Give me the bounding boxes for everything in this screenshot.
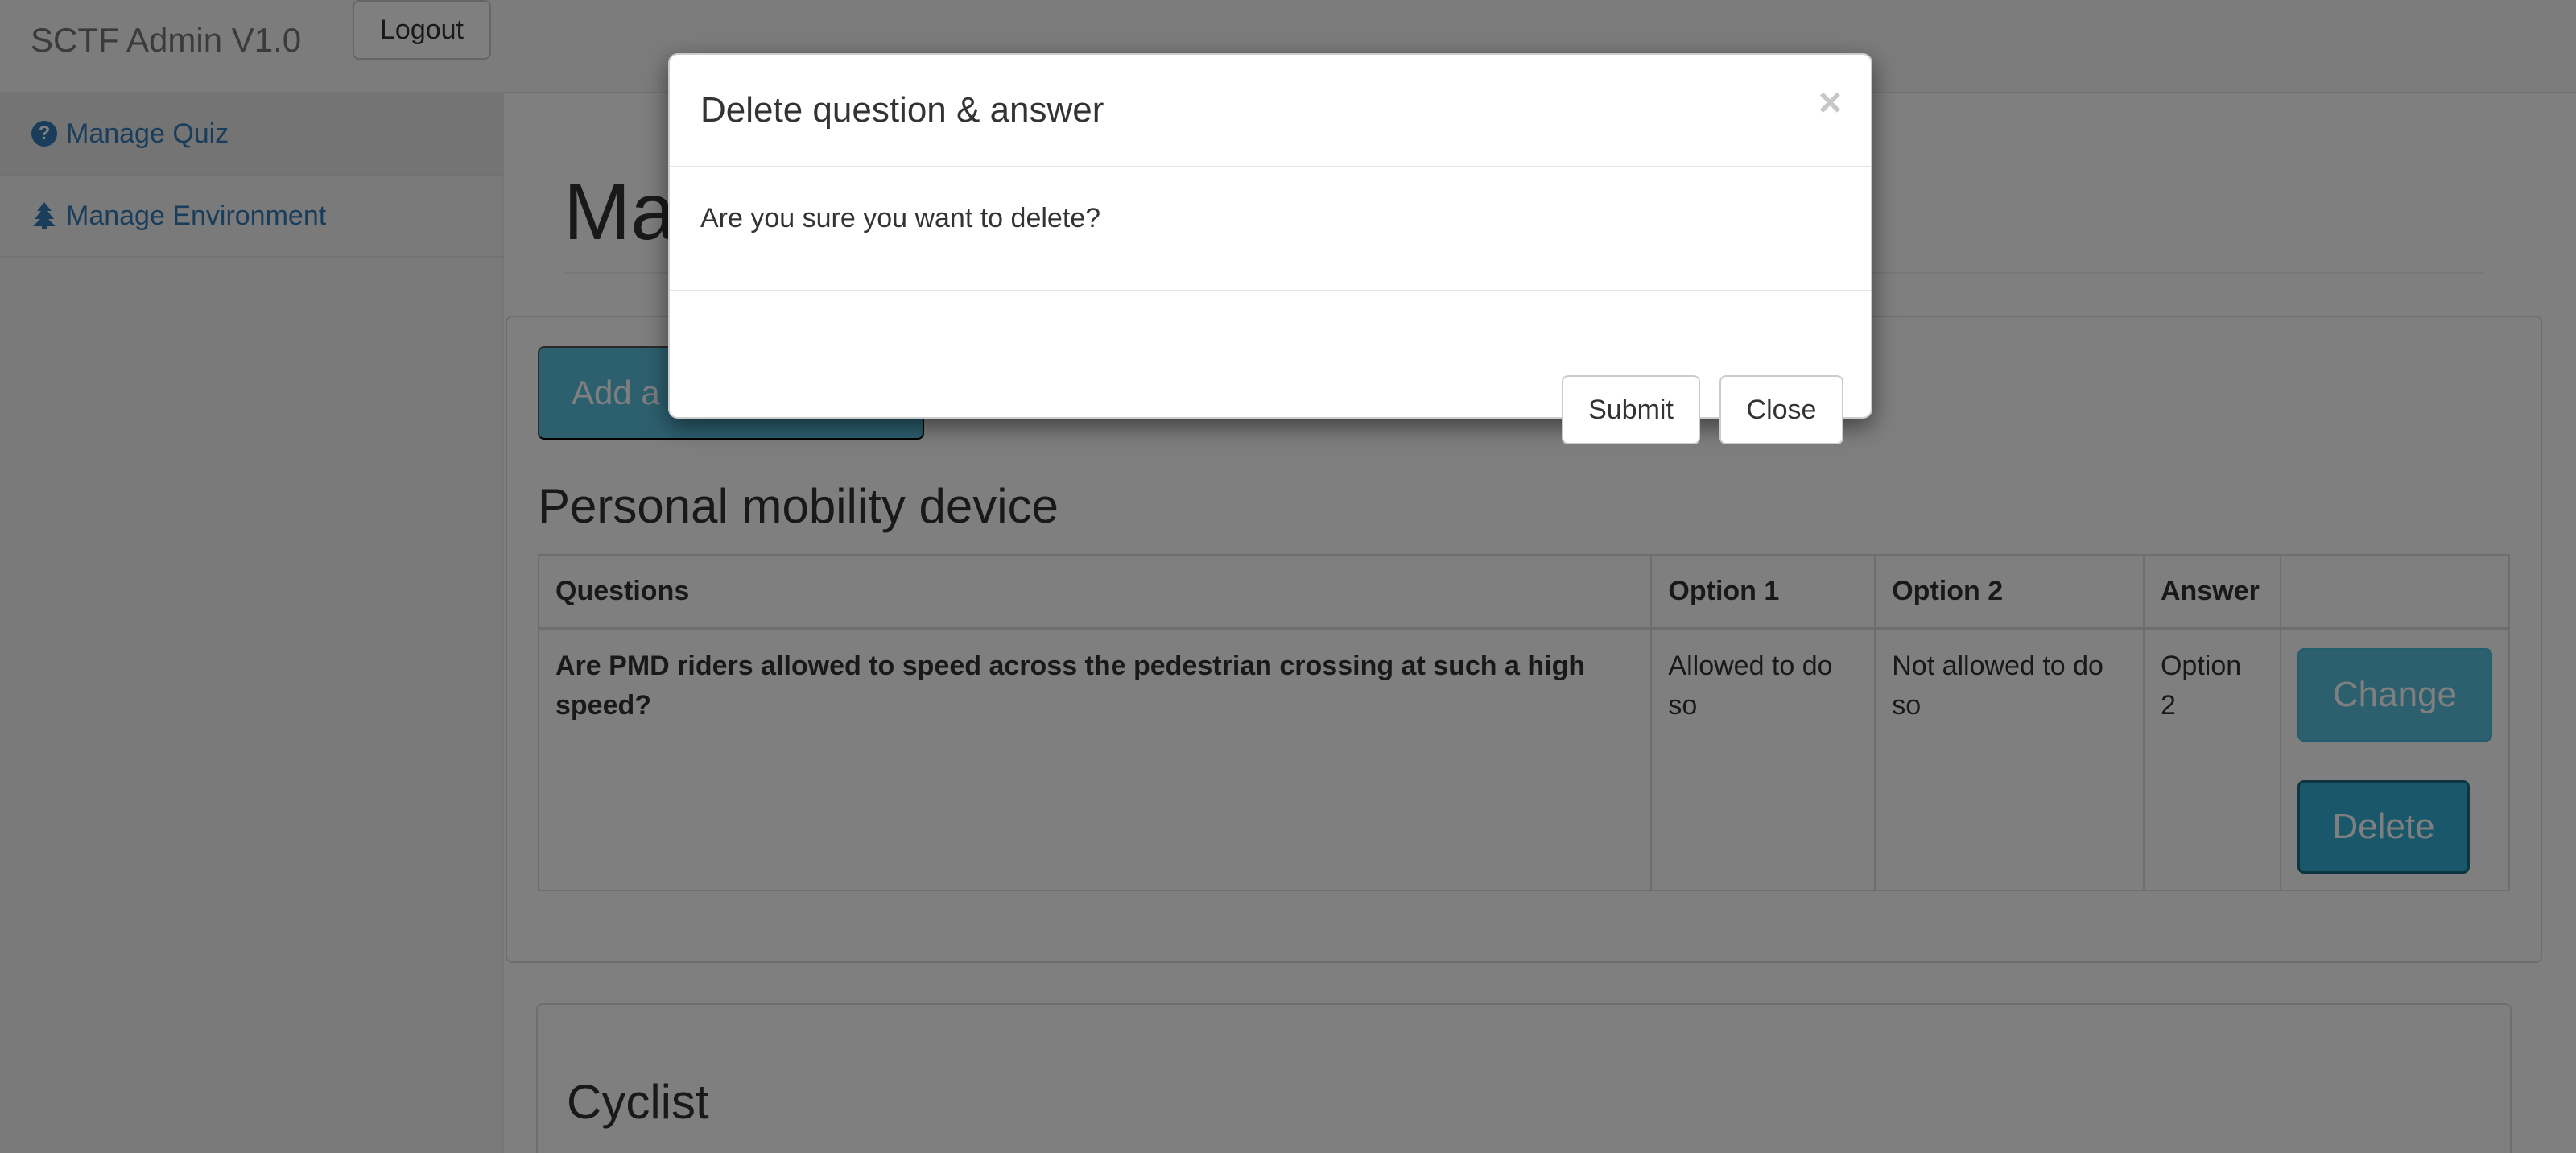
modal-title: Delete question & answer [700,90,1104,130]
modal-header: Delete question & answer × [670,55,1871,167]
modal-body: Are you sure you want to delete? [670,167,1871,291]
close-button[interactable]: Close [1719,375,1843,444]
submit-button[interactable]: Submit [1562,375,1700,444]
modal-message: Are you sure you want to delete? [700,203,1101,233]
page: SCTF Admin V1.0 Logout ? Manage Quiz Man… [0,0,2576,1153]
modal-footer: Submit Close [670,291,1871,444]
delete-confirm-modal: Delete question & answer × Are you sure … [668,53,1872,444]
close-icon[interactable]: × [1818,82,1842,122]
